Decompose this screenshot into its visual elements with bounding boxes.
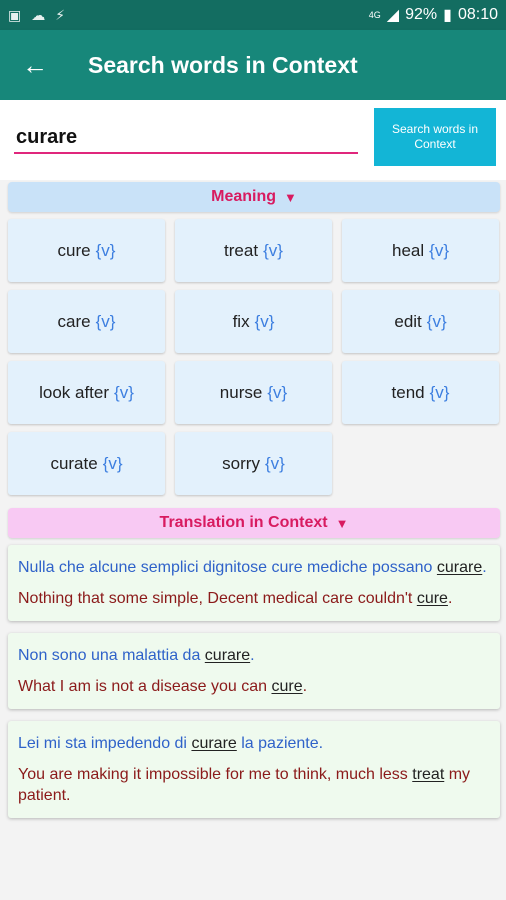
translation-keyword: cure bbox=[271, 678, 303, 695]
translation-header[interactable]: Translation in Context ▼ bbox=[8, 508, 500, 538]
bolt-notification-icon: ⚡ bbox=[55, 6, 66, 23]
meaning-pos: {v} bbox=[267, 382, 288, 402]
translation-keyword: cure bbox=[416, 590, 448, 607]
page-title: Search words in Context bbox=[88, 51, 358, 78]
meaning-word: heal bbox=[392, 240, 425, 260]
example-translation: What I am is not a disease you can cure. bbox=[18, 676, 490, 697]
meaning-item[interactable]: fix {v} bbox=[175, 290, 332, 353]
signal-icon: ◢ bbox=[386, 7, 400, 24]
example-list: Nulla che alcune semplici dignitose cure… bbox=[8, 545, 500, 830]
meaning-word: tend bbox=[391, 382, 425, 402]
app-bar: ← Search words in Context bbox=[0, 30, 506, 100]
example-card[interactable]: Nulla che alcune semplici dignitose cure… bbox=[8, 545, 500, 621]
meaning-item[interactable]: tend {v} bbox=[342, 361, 499, 424]
meaning-item[interactable]: sorry {v} bbox=[175, 432, 332, 495]
example-translation: You are making it impossible for me to t… bbox=[18, 764, 490, 806]
translation-label: Translation in Context bbox=[159, 514, 328, 531]
chevron-down-icon: ▼ bbox=[284, 189, 297, 205]
meaning-word: nurse bbox=[219, 382, 263, 402]
source-text: Non sono una malattia da bbox=[18, 647, 205, 664]
meaning-item[interactable]: treat {v} bbox=[175, 219, 332, 282]
meaning-header[interactable]: Meaning ▼ bbox=[8, 182, 500, 212]
example-translation: Nothing that some simple, Decent medical… bbox=[18, 588, 490, 609]
meaning-word: care bbox=[57, 311, 91, 331]
meaning-pos: {v} bbox=[254, 311, 275, 331]
meaning-word: look after bbox=[39, 382, 110, 402]
source-text: . bbox=[482, 559, 487, 576]
meaning-pos: {v} bbox=[102, 453, 123, 473]
source-text: . bbox=[250, 647, 255, 664]
meaning-word: sorry bbox=[222, 453, 260, 473]
example-source: Nulla che alcune semplici dignitose cure… bbox=[18, 557, 490, 578]
meaning-item[interactable]: heal {v} bbox=[342, 219, 499, 282]
example-source: Non sono una malattia da curare. bbox=[18, 645, 490, 666]
meaning-grid: cure {v} treat {v} heal {v} care {v} fix {v} … bbox=[8, 219, 500, 495]
meaning-word: cure bbox=[57, 240, 91, 260]
example-card[interactable]: Lei mi sta impedendo di curare la pazien… bbox=[8, 721, 500, 818]
battery-percent: 92% bbox=[405, 6, 438, 23]
meaning-pos: {v} bbox=[429, 240, 449, 260]
network-type: 4G bbox=[368, 9, 381, 20]
meaning-item[interactable]: look after {v} bbox=[8, 361, 165, 424]
translation-text: . bbox=[302, 678, 308, 695]
translation-text: What I am is not a disease you can bbox=[18, 678, 272, 695]
meaning-pos: {v} bbox=[114, 382, 134, 402]
battery-icon: ▮ bbox=[443, 7, 452, 24]
meaning-pos: {v} bbox=[426, 311, 447, 331]
meaning-pos: {v} bbox=[264, 453, 285, 473]
meaning-item[interactable]: nurse {v} bbox=[175, 361, 332, 424]
status-bar: ▣ ☁ ⚡ 4G ◢ 92% ▮ 08:10 bbox=[0, 0, 506, 30]
chevron-down-icon: ▼ bbox=[335, 515, 349, 531]
meaning-pos: {v} bbox=[95, 311, 116, 331]
gallery-notification-icon: ▣ bbox=[8, 6, 22, 23]
meaning-word: treat bbox=[224, 240, 259, 260]
meaning-label: Meaning bbox=[211, 188, 276, 205]
source-text: la paziente. bbox=[236, 735, 324, 752]
source-keyword: curare bbox=[204, 647, 251, 664]
search-context-button[interactable]: Search words in Context bbox=[374, 108, 496, 166]
meaning-word: edit bbox=[394, 311, 422, 331]
meaning-word: curate bbox=[50, 453, 98, 473]
meaning-item[interactable]: cure {v} bbox=[8, 219, 165, 282]
meaning-pos: {v} bbox=[429, 382, 450, 402]
back-arrow-icon[interactable]: ← bbox=[0, 50, 70, 81]
example-card[interactable]: Non sono una malattia da curare. What I … bbox=[8, 633, 500, 709]
source-text: Lei mi sta impedendo di bbox=[18, 735, 192, 752]
search-input[interactable] bbox=[14, 122, 358, 154]
translation-text: Nothing that some simple, Decent medical… bbox=[18, 590, 417, 607]
source-text: Nulla che alcune semplici dignitose cure… bbox=[18, 559, 437, 576]
translation-text: You are making it impossible for me to t… bbox=[18, 766, 413, 783]
clock: 08:10 bbox=[457, 6, 498, 23]
example-source: Lei mi sta impedendo di curare la pazien… bbox=[18, 733, 490, 754]
meaning-word: fix bbox=[232, 311, 250, 331]
meaning-item[interactable]: edit {v} bbox=[342, 290, 499, 353]
translation-text: . bbox=[447, 590, 453, 607]
meaning-pos: {v} bbox=[263, 240, 283, 260]
meaning-item[interactable]: care {v} bbox=[8, 290, 165, 353]
meaning-item[interactable]: curate {v} bbox=[8, 432, 165, 495]
translation-keyword: treat bbox=[412, 766, 445, 783]
source-keyword: curare bbox=[436, 559, 483, 576]
source-keyword: curare bbox=[191, 735, 237, 752]
cloud-notification-icon: ☁ bbox=[31, 6, 46, 23]
meaning-pos: {v} bbox=[95, 240, 116, 260]
